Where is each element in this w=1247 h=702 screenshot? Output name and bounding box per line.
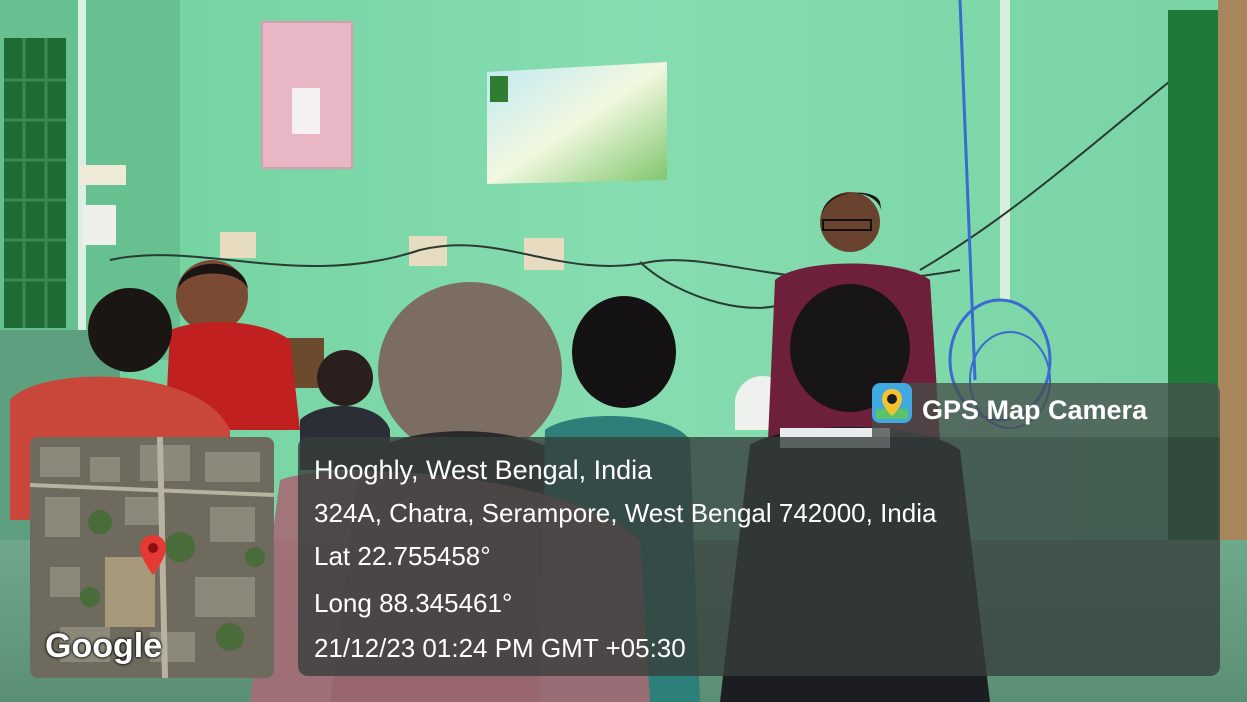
app-badge: GPS Map Camera — [872, 383, 1220, 437]
photo-scene: Google GPS Map Camera Hooghly, West Beng… — [0, 0, 1247, 702]
address-text: 324A, Chatra, Serampore, West Bengal 742… — [314, 498, 937, 528]
latitude-text: Lat 22.755458° — [314, 541, 491, 571]
map-pin-icon — [140, 535, 166, 575]
map-brand-label: Google — [45, 627, 163, 665]
gps-camera-logo-icon — [872, 383, 912, 423]
longitude-text: Long 88.345461° — [314, 588, 513, 618]
datetime-text: 21/12/23 01:24 PM GMT +05:30 — [314, 633, 686, 663]
app-name: GPS Map Camera — [922, 395, 1148, 425]
location-title: Hooghly, West Bengal, India — [314, 455, 653, 485]
location-info-panel: Hooghly, West Bengal, India 324A, Chatra… — [298, 437, 1220, 676]
map-thumbnail: Google — [30, 437, 274, 678]
